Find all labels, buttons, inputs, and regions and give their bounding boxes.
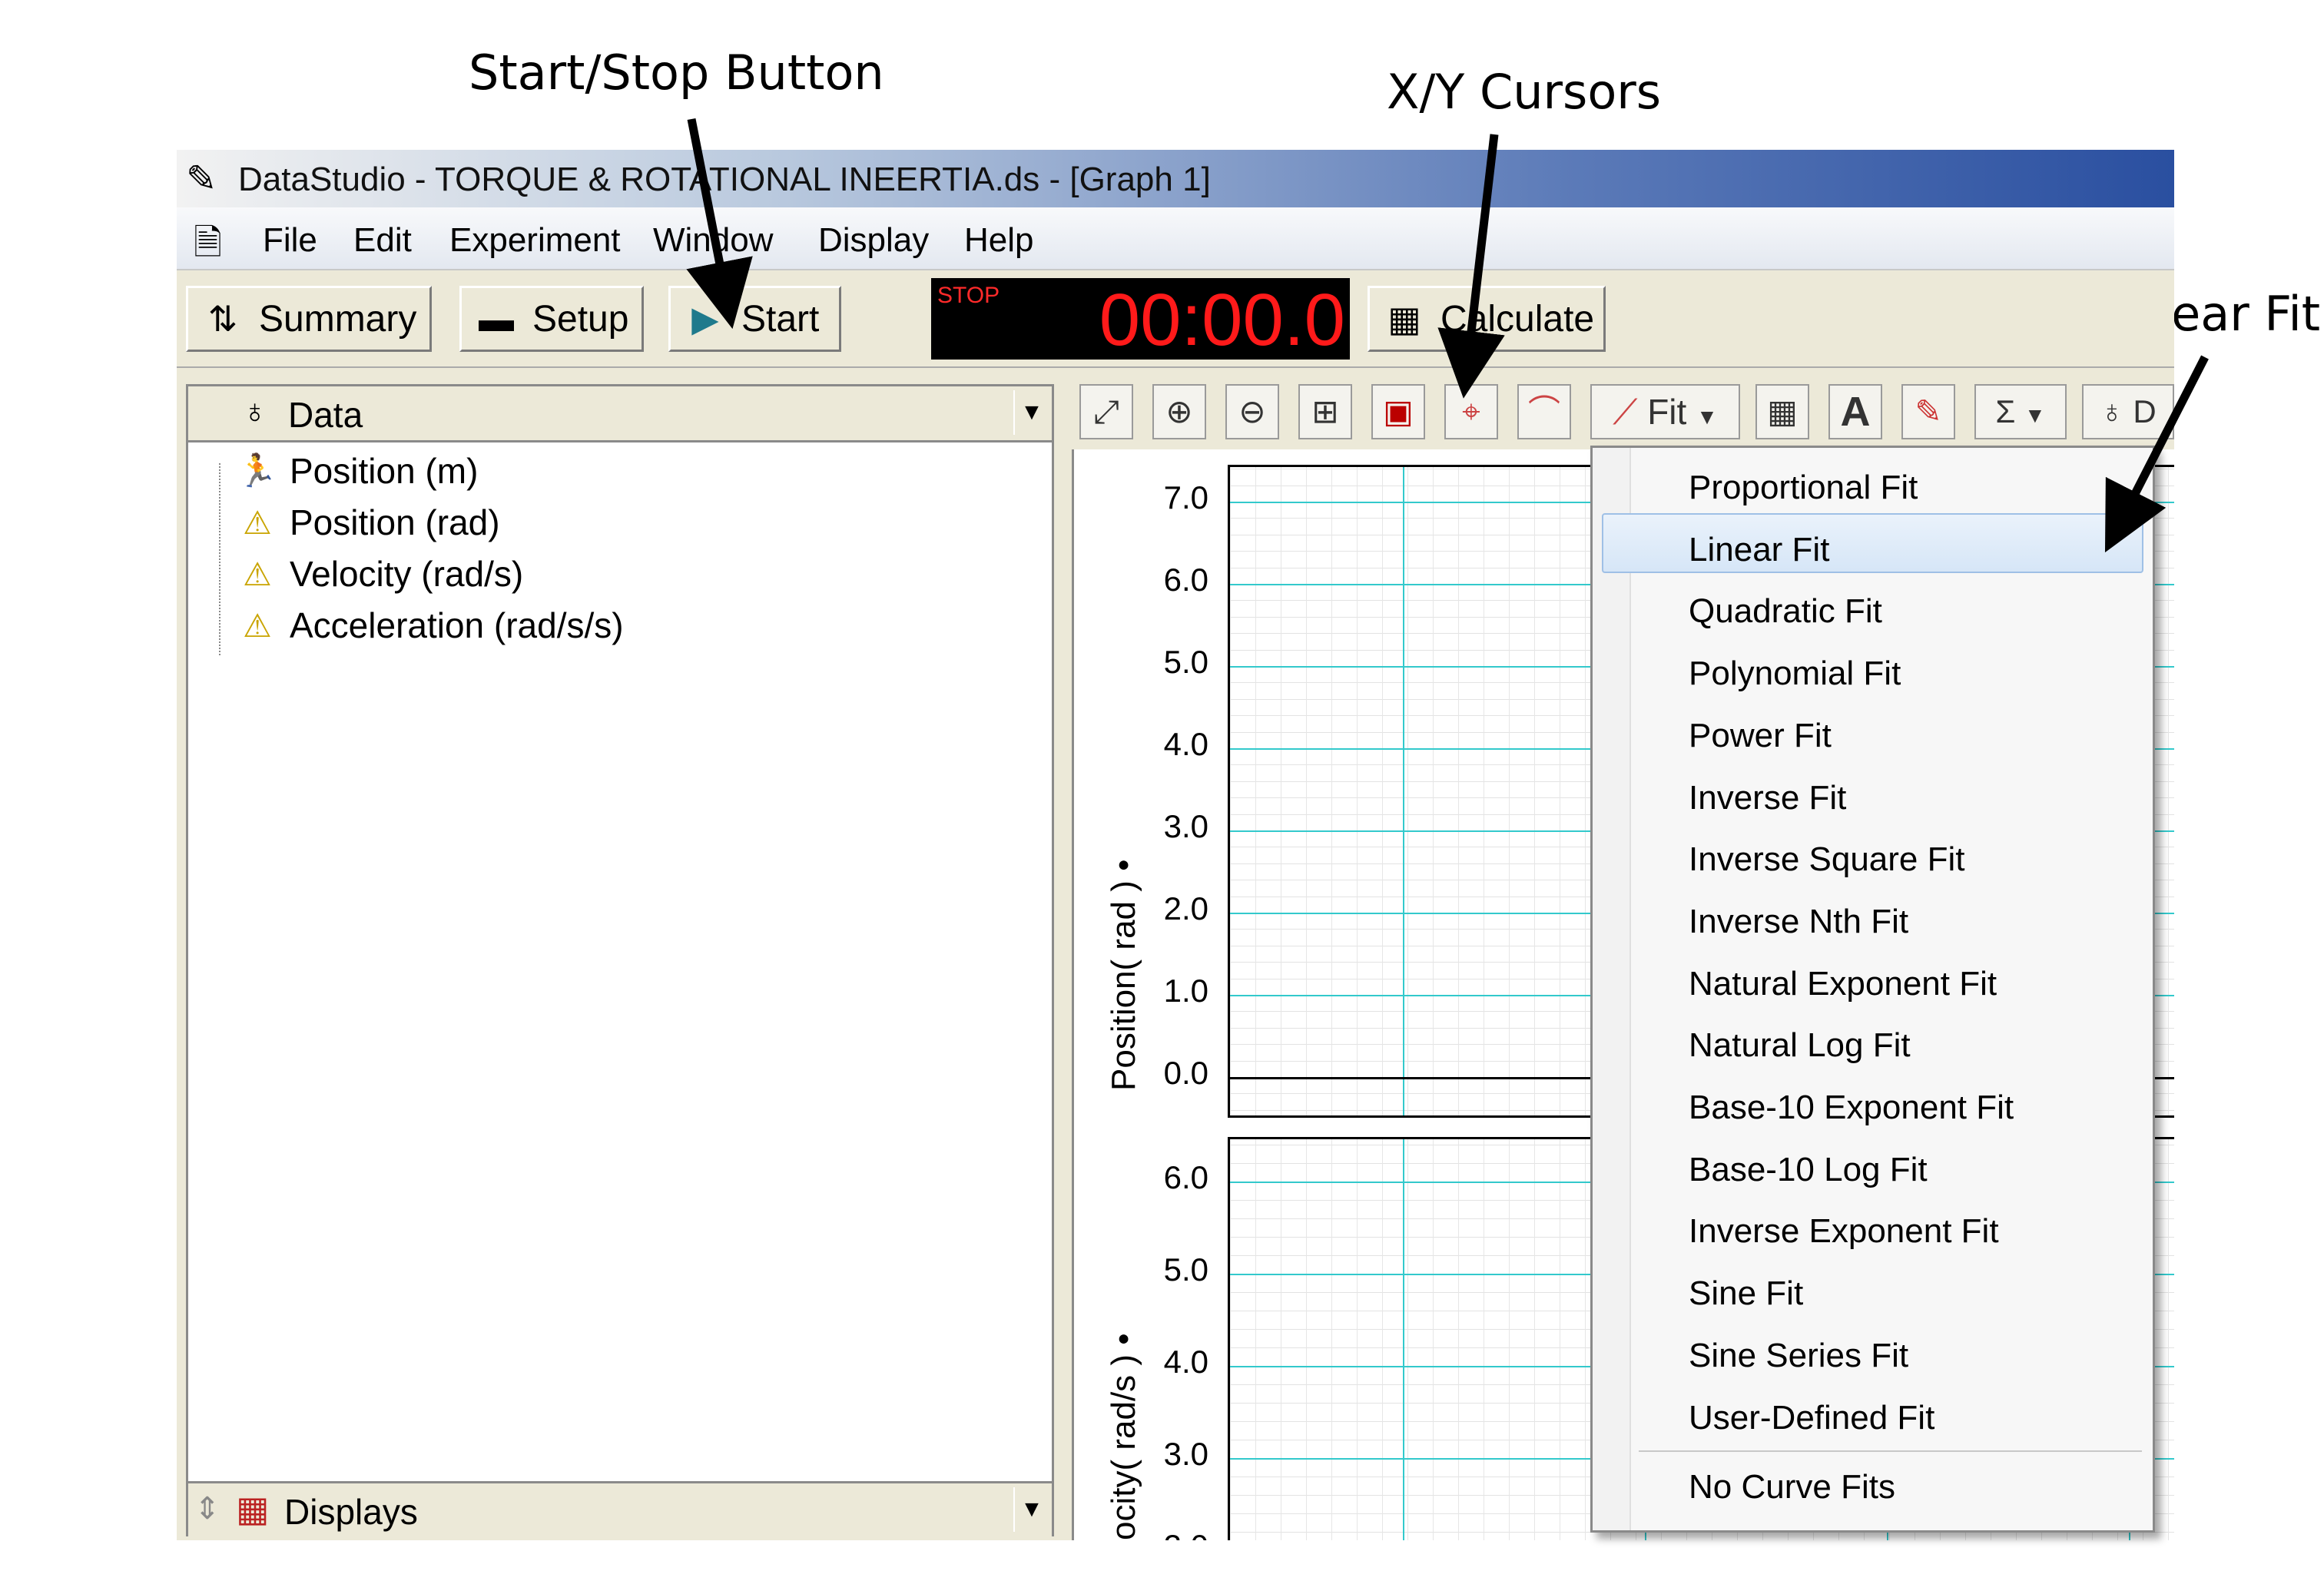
linear-fit-arrow bbox=[2104, 355, 2209, 553]
start-stop-arrow bbox=[686, 118, 753, 330]
annotation-arrows bbox=[686, 118, 2209, 553]
xy-cursors-arrow bbox=[1437, 134, 1505, 399]
